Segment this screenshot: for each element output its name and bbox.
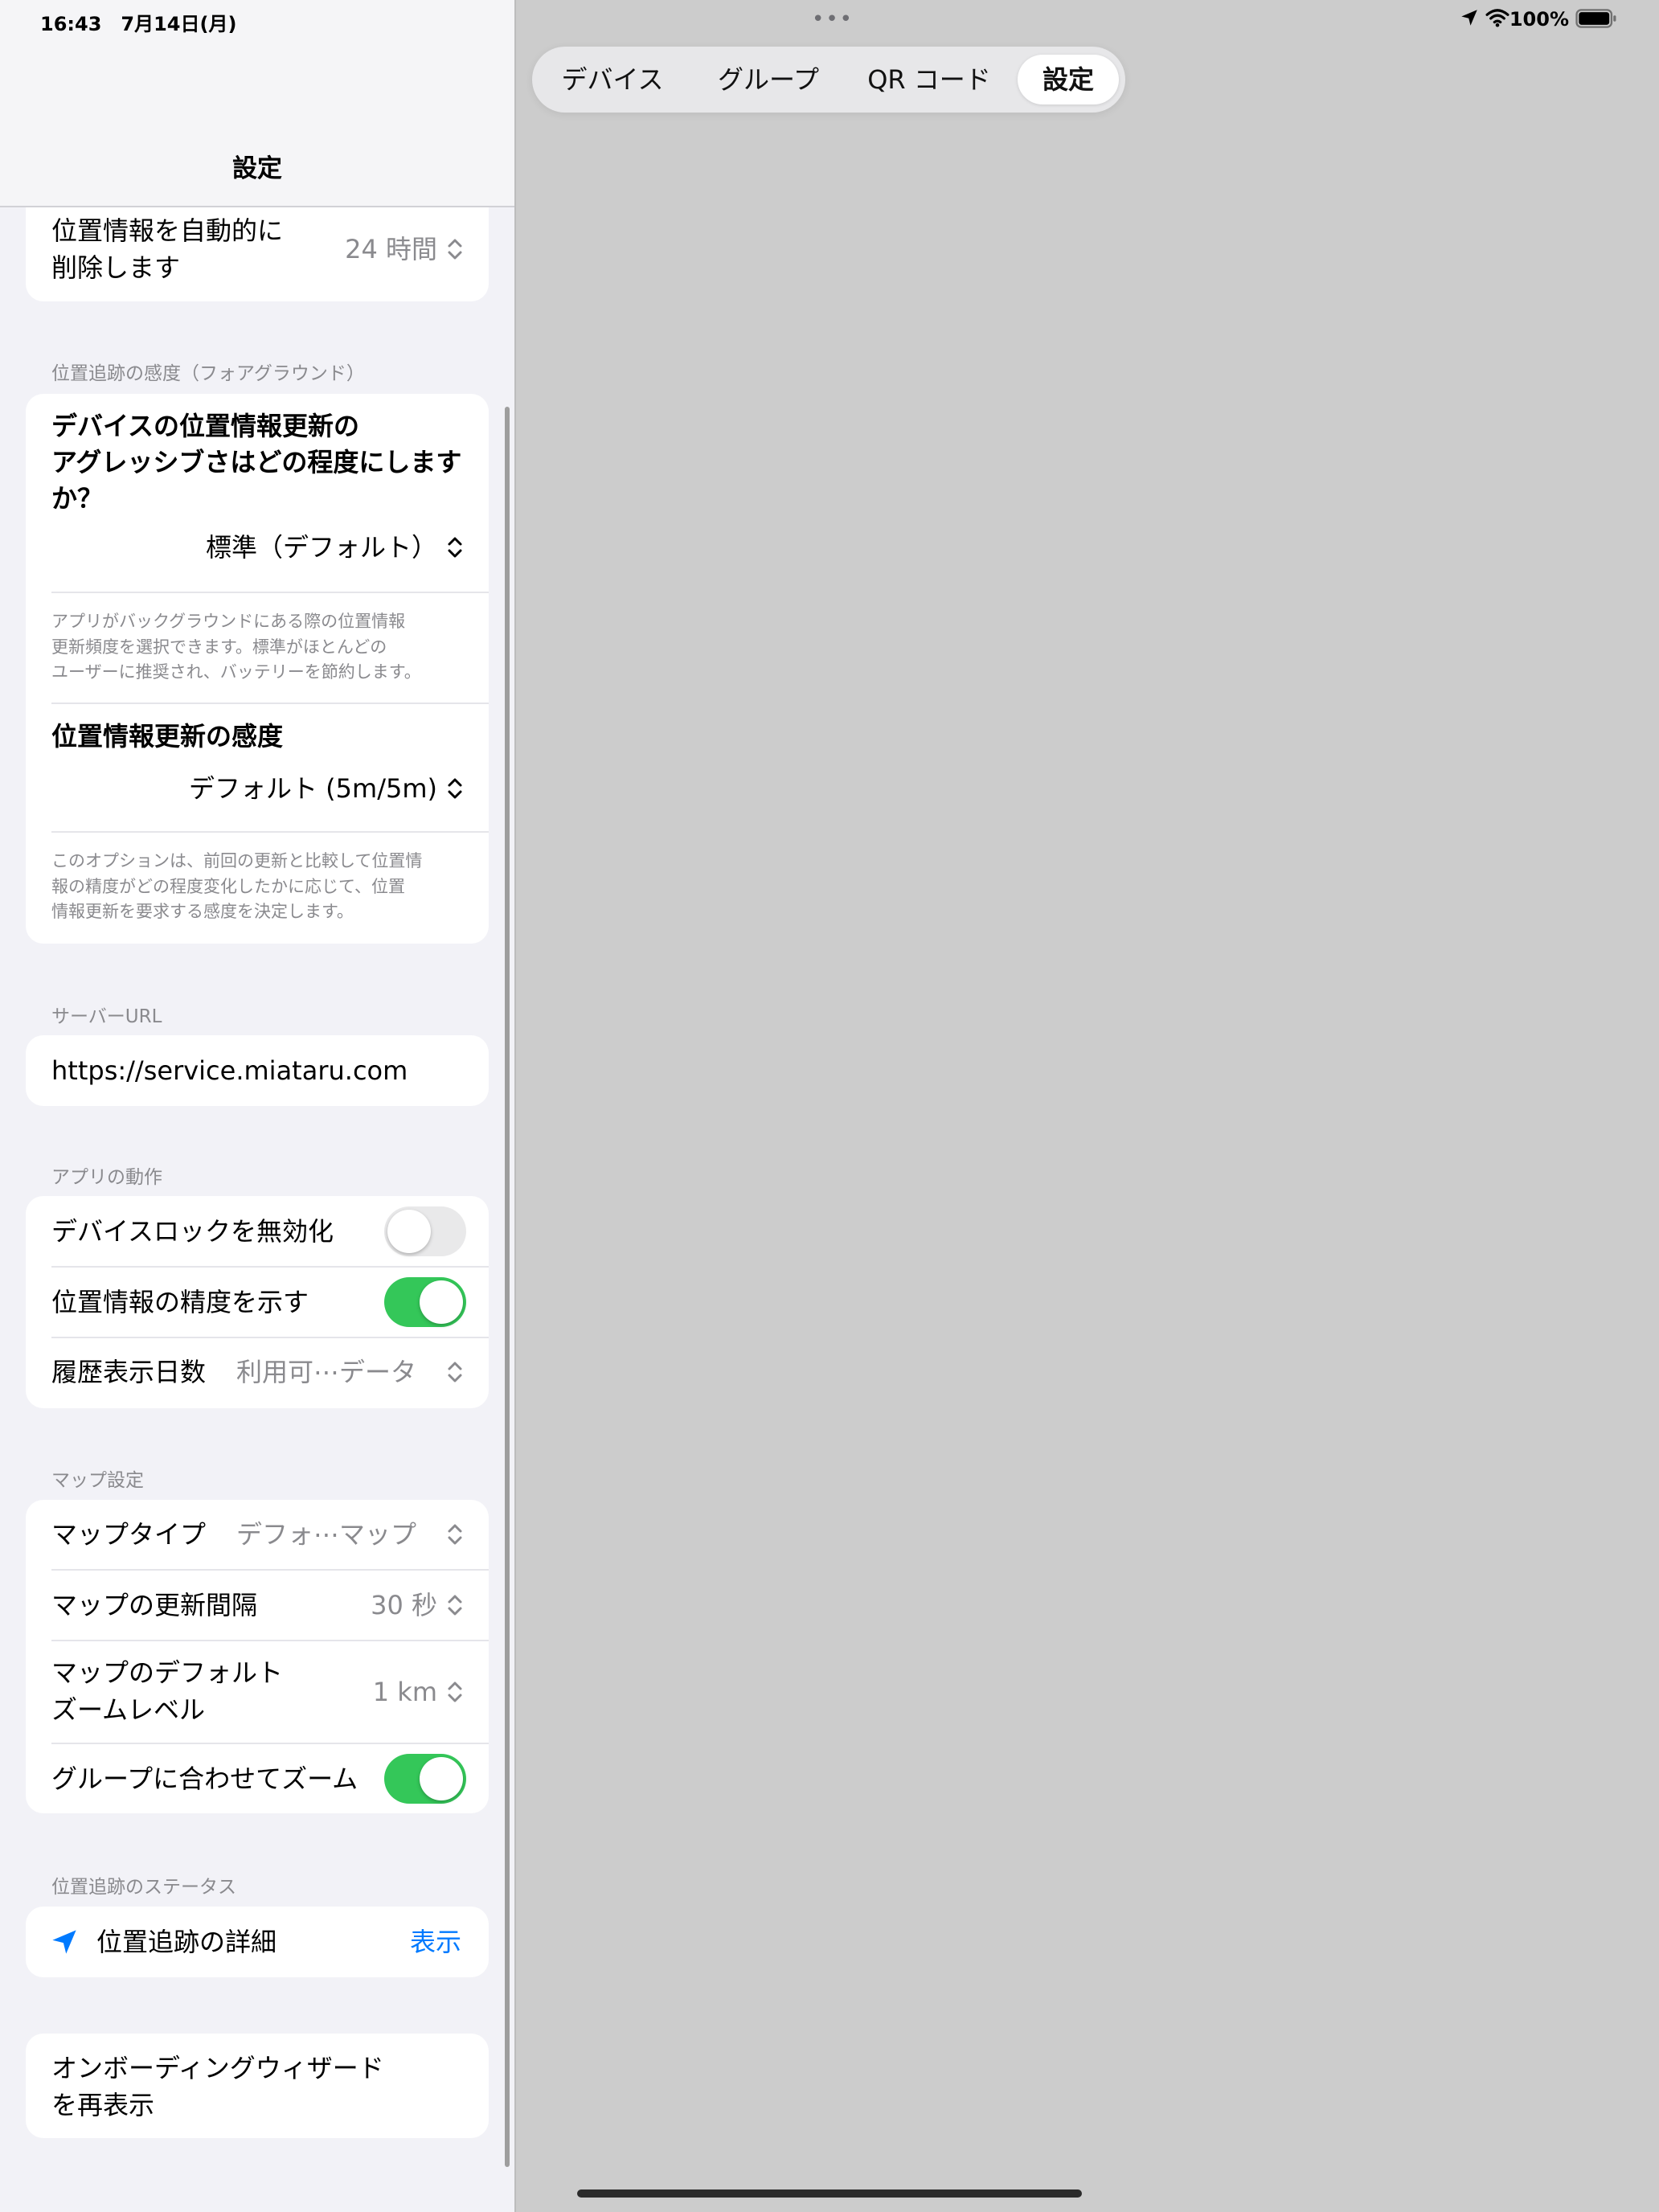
tab-groups[interactable]: グループ	[701, 55, 836, 104]
aggressiveness-value[interactable]: 標準（デフォルト）	[206, 529, 437, 566]
group-zoom-label: グループに合わせてズーム	[51, 1763, 358, 1794]
separator	[51, 1569, 489, 1571]
sidebar-scrollbar[interactable]	[505, 407, 510, 2167]
aggressiveness-question: デバイスの位置情報更新の アグレッシブさはどの程度にします か？	[51, 408, 469, 517]
chevron-up-down-icon	[448, 1595, 462, 1616]
tracking-detail-show-button[interactable]: 表示	[410, 1923, 461, 1960]
map-type-value[interactable]: デフォ⋯マップ	[236, 1516, 416, 1553]
location-arrow-icon	[52, 1930, 76, 1954]
chevron-up-down-icon	[448, 1362, 462, 1382]
tab-devices[interactable]: デバイス	[545, 55, 680, 104]
wifi-icon	[1485, 9, 1509, 27]
server-url-card[interactable]: https://service.miataru.com	[26, 1035, 489, 1106]
chevron-up-down-icon	[448, 778, 462, 799]
tab-bar: デバイス グループ QR コード 設定	[532, 47, 1125, 113]
toggle-knob	[387, 1210, 431, 1253]
map-zoom-value[interactable]: 1 km	[373, 1673, 437, 1710]
sensitivity-value[interactable]: デフォルト (5m/5m)	[189, 770, 437, 807]
sensitivity-label: 位置情報更新の感度	[51, 721, 284, 752]
map-zoom-label-line1: マップのデフォルト	[51, 1657, 284, 1688]
aggressiveness-question-line1: デバイスの位置情報更新の	[51, 411, 360, 441]
chevron-up-down-icon	[448, 1682, 462, 1702]
battery-icon	[1575, 9, 1616, 28]
map-refresh-label: マップの更新間隔	[51, 1590, 258, 1620]
map-refresh-value[interactable]: 30 秒	[371, 1587, 437, 1624]
map-type-label: マップタイプ	[51, 1519, 207, 1550]
map-zoom-label: マップのデフォルト ズームレベル	[51, 1654, 283, 1728]
toggle-knob	[420, 1757, 463, 1800]
separator	[51, 1640, 489, 1641]
server-section-header: サーバーURL	[51, 1006, 162, 1027]
server-url-field[interactable]: https://service.miataru.com	[51, 1052, 408, 1089]
separator	[51, 831, 489, 833]
history-days-value[interactable]: 利用可⋯データ	[236, 1354, 416, 1391]
history-days-label: 履歴表示日数	[51, 1357, 207, 1387]
battery-percent: 100%	[1509, 8, 1569, 31]
app-behavior-card: デバイスロックを無効化 位置情報の精度を示す 履歴表示日数 利用可⋯データ	[26, 1196, 489, 1408]
auto-delete-value[interactable]: 24 時間	[345, 231, 437, 268]
show-accuracy-toggle[interactable]	[384, 1277, 466, 1327]
status-time: 16:43 7月14日(月)	[40, 13, 237, 35]
separator	[51, 703, 489, 704]
sensitivity-footnote-line2: 報の精度がどの程度変化したかに応じて、位置	[51, 876, 405, 896]
auto-delete-label-line2: 削除します	[51, 252, 181, 283]
chevron-up-down-icon	[448, 239, 462, 260]
separator	[51, 1743, 489, 1744]
sidebar-header: 16:43 7月14日(月) 設定	[0, 0, 514, 207]
onboarding-button[interactable]: オンボーディングウィザード を再表示	[51, 2050, 384, 2124]
status-section-header: 位置追跡のステータス	[51, 1877, 236, 1898]
sidebar-title: 設定	[232, 154, 282, 183]
toggle-knob	[420, 1280, 463, 1324]
onboarding-card[interactable]: オンボーディングウィザード を再表示	[26, 2034, 489, 2138]
separator	[51, 1266, 489, 1268]
tab-settings[interactable]: 設定	[1018, 55, 1119, 104]
chevron-up-down-icon	[448, 1524, 462, 1545]
auto-delete-label-line1: 位置情報を自動的に	[51, 215, 284, 246]
multitasking-dots-icon[interactable]: •••	[812, 9, 854, 30]
aggressiveness-question-line2: アグレッシブさはどの程度にします	[51, 447, 462, 477]
location-arrow-icon	[1461, 10, 1477, 26]
settings-sidebar: 位置情報を自動的に 削除します 24 時間 位置追跡の感度（フォアグラウンド） …	[0, 0, 514, 2212]
sensitivity-footnote: このオプションは、前回の更新と比較して位置情 報の精度がどの程度変化したかに応じ…	[51, 849, 453, 925]
tab-qr-code[interactable]: QR コード	[857, 55, 1002, 104]
onboarding-line1: オンボーディングウィザード	[51, 2053, 384, 2083]
group-zoom-toggle[interactable]	[384, 1754, 466, 1804]
aggressiveness-footnote: アプリがバックグラウンドにある際の位置情報 更新頻度を選択できます。標準がほとん…	[51, 609, 453, 686]
tracking-status-card[interactable]: 位置追跡の詳細 表示	[26, 1907, 489, 1977]
aggressiveness-footnote-line1: アプリがバックグラウンドにある際の位置情報	[51, 612, 406, 631]
aggressiveness-footnote-line2: 更新頻度を選択できます。標準がほとんどの	[51, 637, 387, 657]
aggressiveness-footnote-line3: ユーザーに推奨され、バッテリーを節約します。	[51, 662, 421, 682]
foreground-card: デバイスの位置情報更新の アグレッシブさはどの程度にします か？ 標準（デフォル…	[26, 394, 489, 944]
separator	[51, 1337, 489, 1338]
map-zoom-label-line2: ズームレベル	[51, 1694, 206, 1725]
disable-lock-toggle[interactable]	[384, 1206, 466, 1256]
onboarding-line2: を再表示	[51, 2090, 155, 2120]
split-divider[interactable]	[514, 0, 516, 2212]
home-indicator[interactable]	[577, 2189, 1082, 2198]
sensitivity-footnote-line3: 情報更新を要求する感度を決定します。	[51, 902, 354, 921]
foreground-section-header: 位置追跡の感度（フォアグラウンド）	[51, 363, 365, 384]
show-accuracy-label: 位置情報の精度を示す	[51, 1287, 309, 1317]
tracking-detail-label: 位置追跡の詳細	[96, 1927, 277, 1957]
sensitivity-footnote-line1: このオプションは、前回の更新と比較して位置情	[51, 851, 423, 870]
map-section-header: マップ設定	[51, 1470, 144, 1491]
app-section-header: アプリの動作	[51, 1167, 162, 1188]
disable-lock-label: デバイスロックを無効化	[51, 1216, 334, 1247]
chevron-up-down-icon	[448, 537, 462, 558]
separator	[51, 592, 489, 593]
map-settings-card: マップタイプ デフォ⋯マップ マップの更新間隔 30 秒 マップのデフォルト ズ…	[26, 1500, 489, 1813]
aggressiveness-question-line3: か？	[51, 483, 104, 514]
